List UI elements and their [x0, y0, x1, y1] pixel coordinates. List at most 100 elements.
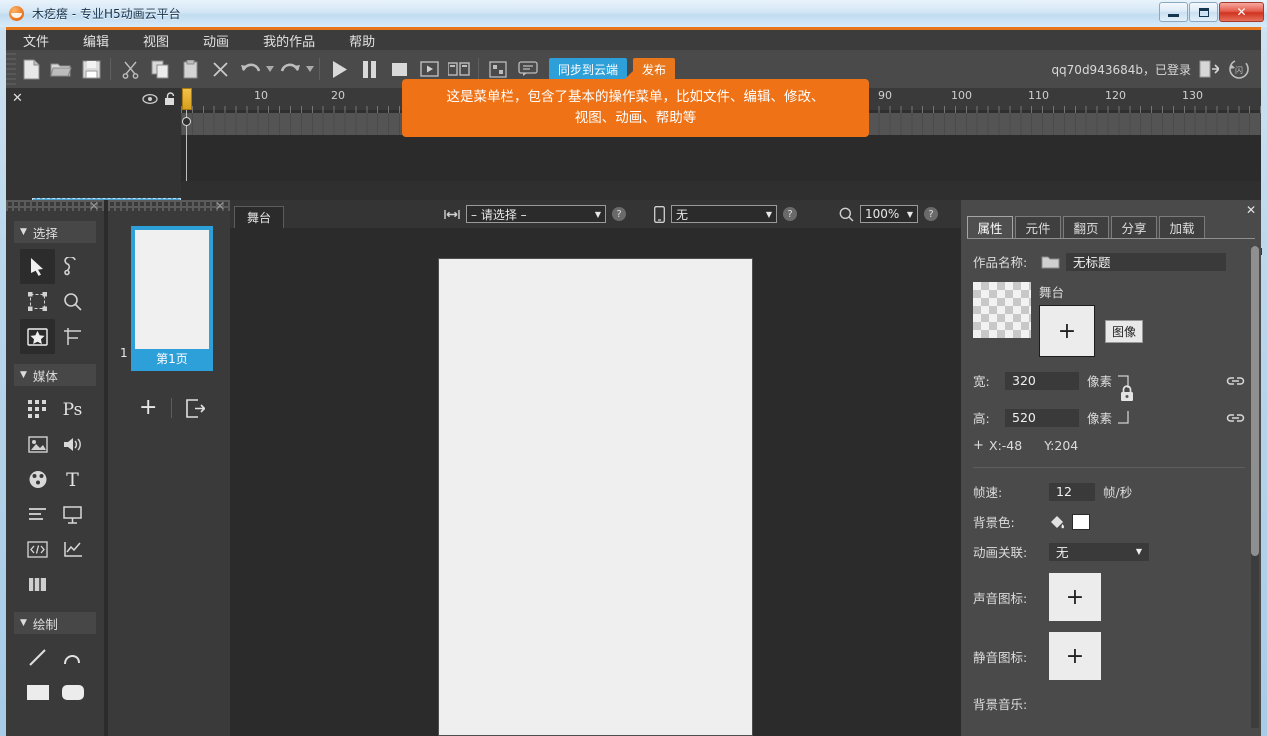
tab-stage[interactable]: 舞台 [234, 206, 284, 228]
tab-share[interactable]: 分享 [1111, 216, 1157, 238]
toolbar-drag-handle[interactable] [6, 50, 16, 88]
menu-item-my-works[interactable]: 我的作品 [246, 29, 332, 52]
undo-icon[interactable] [235, 54, 265, 84]
image-icon[interactable] [20, 427, 55, 462]
tools-section-draw[interactable]: ▼ 绘制 [14, 612, 96, 634]
ruler-tick-130: 130 [1182, 89, 1203, 102]
transition-select[interactable]: – 请选择 – ▼ [466, 205, 606, 223]
paint-bucket-icon[interactable] [1049, 514, 1066, 530]
zoom-icon[interactable] [55, 284, 90, 319]
code-icon[interactable] [20, 532, 55, 567]
device-select[interactable]: 无 ▼ [671, 205, 777, 223]
pause-icon[interactable] [354, 54, 384, 84]
timeline-empty-body [181, 135, 1261, 181]
grid-icon[interactable] [20, 392, 55, 427]
cut-icon[interactable] [115, 54, 145, 84]
undo-dropdown-icon[interactable] [265, 54, 275, 84]
import-page-icon[interactable] [185, 399, 205, 418]
arrow-cursor-icon[interactable] [20, 249, 55, 284]
tab-components[interactable]: 元件 [1015, 216, 1061, 238]
timeline-close-icon[interactable]: ✕ [12, 91, 23, 106]
close-button[interactable]: ✕ [1219, 2, 1264, 22]
aspect-lock-icon[interactable] [1119, 385, 1135, 402]
lasso-icon[interactable] [55, 249, 90, 284]
device-help-icon[interactable]: ? [783, 207, 797, 221]
menu-item-file[interactable]: 文件 [6, 29, 66, 52]
fps-input[interactable]: 12 [1049, 483, 1095, 501]
zoom-icon[interactable] [839, 207, 854, 222]
symbol-icon[interactable] [20, 319, 55, 354]
curve-icon[interactable] [55, 640, 90, 675]
redo-dropdown-icon[interactable] [305, 54, 315, 84]
tab-pageflip[interactable]: 翻页 [1063, 216, 1109, 238]
sound-icon[interactable] [55, 427, 90, 462]
sync-to-cloud-button[interactable]: 同步到云端 [549, 58, 627, 80]
photoshop-icon[interactable]: Ps [55, 392, 90, 427]
delete-icon[interactable] [205, 54, 235, 84]
add-mute-icon-button[interactable]: + [1049, 632, 1101, 680]
bgcolor-swatch[interactable] [1072, 514, 1090, 530]
page-actions-divider [171, 398, 172, 418]
transition-help-icon[interactable]: ? [612, 207, 626, 221]
device-select-value: 无 [676, 206, 688, 223]
new-file-icon[interactable] [16, 54, 46, 84]
transform-icon[interactable] [20, 284, 55, 319]
paragraph-icon[interactable] [20, 497, 55, 532]
menu-item-edit[interactable]: 编辑 [66, 29, 126, 52]
work-name-input[interactable]: 无标题 [1066, 253, 1226, 271]
properties-body: 作品名称: 无标题 舞台 + 图像 [961, 240, 1261, 736]
timeline-playhead[interactable] [182, 88, 192, 110]
properties-scrollbar-thumb[interactable] [1251, 246, 1259, 556]
pages-panel-close-icon[interactable]: ✕ [215, 199, 225, 213]
rect-icon[interactable] [20, 675, 55, 710]
copy-icon[interactable] [145, 54, 175, 84]
image-type-label: 图像 [1105, 320, 1143, 343]
timeline-keyframe-marker[interactable] [182, 117, 191, 126]
add-stage-image-button[interactable]: + [1039, 305, 1095, 357]
chart-icon[interactable] [55, 532, 90, 567]
visibility-eye-icon[interactable] [142, 93, 156, 105]
anim-link-select[interactable]: 无 ▼ [1049, 543, 1149, 561]
refresh-icon[interactable]: 闪 [1227, 57, 1251, 81]
folder-icon [1041, 255, 1060, 269]
text-icon[interactable]: T [55, 462, 90, 497]
tools-section-select[interactable]: ▼ 选择 [14, 221, 96, 243]
transition-select-value: – 请选择 – [471, 206, 527, 223]
line-icon[interactable] [20, 640, 55, 675]
play-icon[interactable] [324, 54, 354, 84]
maximize-button[interactable] [1189, 2, 1218, 22]
menu-item-animation[interactable]: 动画 [186, 29, 246, 52]
open-file-icon[interactable] [46, 54, 76, 84]
minimize-button[interactable] [1159, 2, 1188, 22]
properties-close-icon[interactable]: ✕ [1246, 203, 1256, 217]
redo-icon[interactable] [275, 54, 305, 84]
height-input[interactable]: 520 [1005, 409, 1079, 427]
height-link-icon[interactable] [1226, 411, 1245, 425]
stage-canvas[interactable] [438, 258, 753, 736]
menu-item-help[interactable]: 帮助 [332, 29, 392, 52]
menu-item-view[interactable]: 视图 [126, 29, 186, 52]
zoom-help-icon[interactable]: ? [924, 207, 938, 221]
video-icon[interactable] [20, 462, 55, 497]
width-input[interactable]: 320 [1005, 372, 1079, 390]
tab-loading[interactable]: 加载 [1159, 216, 1205, 238]
align-icon[interactable] [55, 319, 90, 354]
width-link-icon[interactable] [1226, 374, 1245, 388]
tools-section-media[interactable]: ▼ 媒体 [14, 364, 96, 386]
add-page-button[interactable]: + [139, 397, 157, 419]
page-thumbnail-1[interactable]: 第1页 [131, 226, 213, 371]
rounded-rect-icon[interactable] [55, 675, 90, 710]
paste-icon[interactable] [175, 54, 205, 84]
panorama-icon[interactable] [20, 567, 55, 602]
position-plus-icon[interactable]: + [973, 438, 989, 453]
tab-properties[interactable]: 属性 [967, 216, 1013, 238]
add-sound-icon-button[interactable]: + [1049, 573, 1101, 621]
logout-icon[interactable] [1199, 60, 1219, 78]
pages-panel-handle[interactable]: ✕ [108, 200, 230, 211]
stage-icon[interactable] [55, 497, 90, 532]
lock-open-icon[interactable] [164, 92, 176, 105]
zoom-select[interactable]: 100% ▼ [860, 205, 918, 223]
save-file-icon[interactable] [76, 54, 106, 84]
tools-panel-handle[interactable]: ✕ [6, 200, 104, 211]
tools-panel-close-icon[interactable]: ✕ [89, 199, 99, 213]
